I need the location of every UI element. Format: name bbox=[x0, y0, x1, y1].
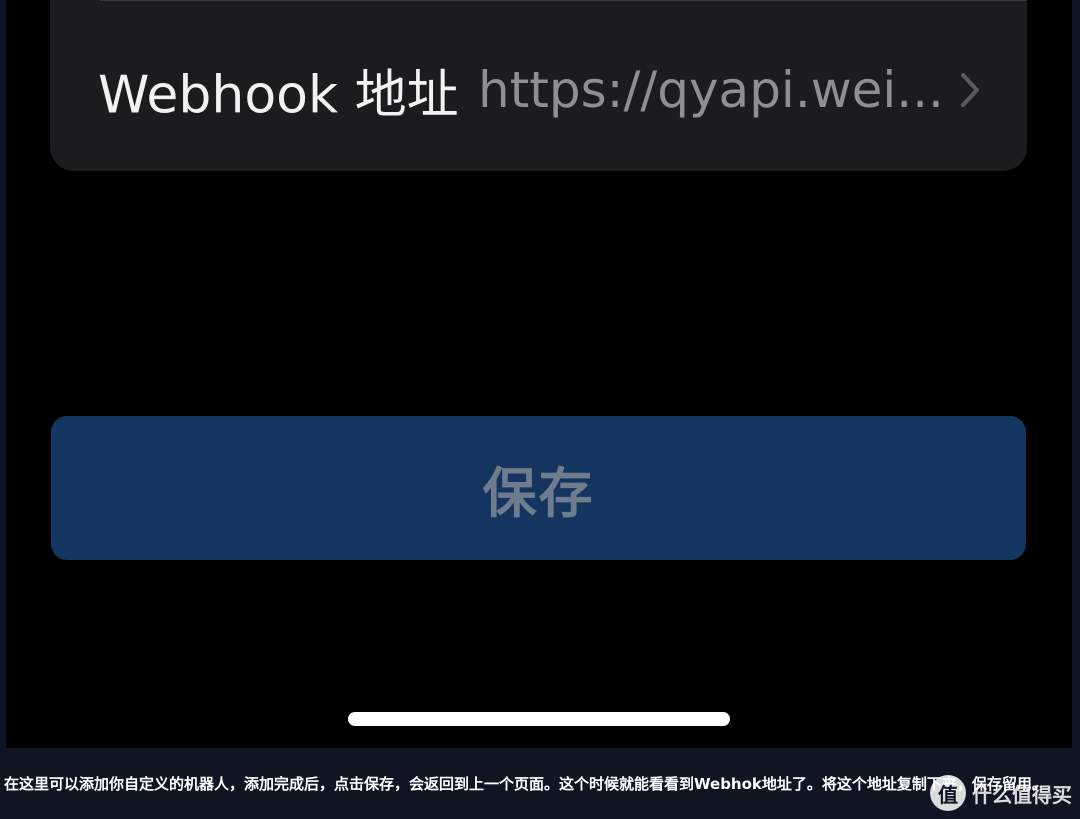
webhook-address-row[interactable]: Webhook 地址 https://qyapi.wei... bbox=[50, 40, 1027, 140]
home-indicator[interactable] bbox=[348, 712, 730, 726]
settings-card: Webhook 地址 https://qyapi.wei... bbox=[50, 0, 1027, 171]
card-divider bbox=[100, 0, 1027, 1]
webhook-address-label: Webhook 地址 bbox=[98, 65, 459, 126]
webhook-address-value: https://qyapi.wei... bbox=[478, 61, 944, 119]
watermark-logo: 值 什么值得买 bbox=[930, 772, 1072, 814]
phone-screen: Webhook 地址 https://qyapi.wei... 保存 bbox=[6, 0, 1072, 748]
watermark-text: 什么值得买 bbox=[972, 782, 1072, 807]
watermark-badge: 值 bbox=[930, 775, 966, 811]
save-button-label: 保存 bbox=[482, 461, 595, 525]
save-button[interactable]: 保存 bbox=[51, 416, 1026, 560]
caption-text: 在这里可以添加你自定义的机器人，添加完成后，点击保存，会返回到上一个页面。这个时… bbox=[4, 775, 1047, 793]
chevron-right-icon bbox=[961, 73, 979, 107]
